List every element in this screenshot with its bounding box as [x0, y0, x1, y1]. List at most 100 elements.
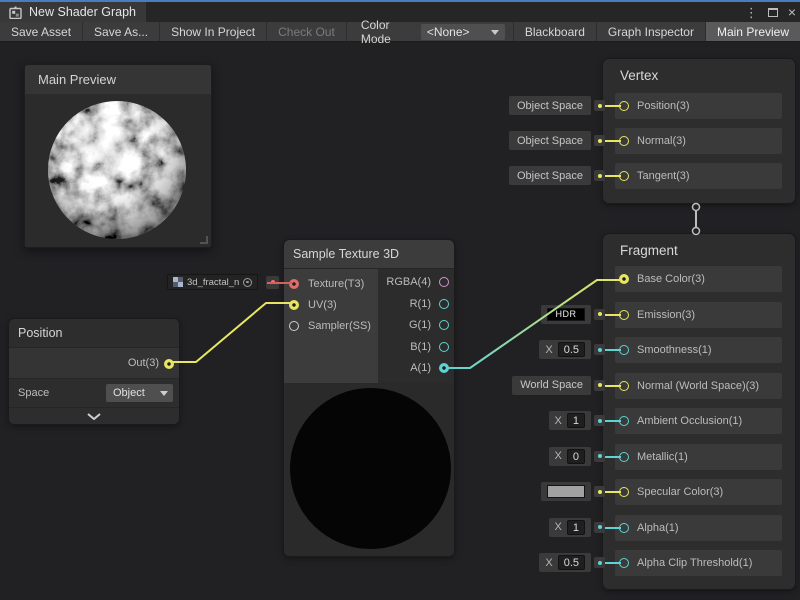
fragment-row-normal-world: World Space Normal (World Space)(3): [615, 373, 782, 399]
connector-chip: [594, 522, 605, 533]
kebab-menu-icon[interactable]: ⋮: [745, 6, 758, 19]
output-row-rgba: RGBA(4): [376, 272, 454, 292]
color-mode-label: Color Mode: [347, 22, 421, 41]
tab-new-shader-graph[interactable]: New Shader Graph: [0, 2, 146, 22]
input-row-texture: Texture(T3): [284, 274, 378, 294]
vertex-node-title: Vertex: [620, 68, 658, 83]
float-value-input[interactable]: 0.5: [558, 555, 585, 570]
graph-inspector-toggle-button[interactable]: Graph Inspector: [597, 22, 706, 41]
tangent-input-port[interactable]: [619, 171, 629, 181]
chevron-down-icon: [160, 391, 168, 396]
specular-color-swatch[interactable]: [547, 485, 585, 498]
specular-color-input-port[interactable]: [619, 487, 629, 497]
graph-canvas[interactable]: Vertex Object Space Position(3) Object S…: [0, 43, 800, 600]
position-node-title[interactable]: Position: [9, 319, 179, 347]
position-node[interactable]: Position Out(3) Space Object: [8, 318, 180, 425]
fragment-row-label: Alpha(1): [637, 522, 679, 534]
close-icon[interactable]: ×: [788, 5, 796, 19]
sample-texture-3d-title[interactable]: Sample Texture 3D: [284, 240, 454, 269]
output-row-b: B(1): [376, 337, 454, 357]
color-mode-value: <None>: [427, 25, 470, 39]
show-in-project-button[interactable]: Show In Project: [160, 22, 267, 41]
texture-object-field[interactable]: 3d_fractal_n: [167, 274, 258, 290]
ambient-occlusion-float-field[interactable]: X 1: [549, 411, 591, 430]
emission-hdr-color-field[interactable]: HDR: [541, 305, 591, 324]
float-value-input[interactable]: 1: [567, 413, 585, 428]
texture-asset-name: 3d_fractal_n: [187, 277, 239, 288]
save-asset-button[interactable]: Save Asset: [0, 22, 83, 41]
fragment-row-label: Normal (World Space)(3): [637, 380, 759, 392]
connector-chip: [594, 309, 605, 320]
object-picker-icon[interactable]: [243, 278, 252, 287]
fragment-row-label: Base Color(3): [637, 273, 705, 285]
maximize-icon[interactable]: [768, 8, 778, 17]
vertex-row-label: Tangent(3): [637, 170, 690, 182]
sampler-input-port[interactable]: [289, 321, 299, 331]
g-output-port[interactable]: [439, 320, 449, 330]
out-output-port[interactable]: [164, 359, 174, 369]
float-value-input[interactable]: 1: [567, 520, 585, 535]
fragment-row-label: Smoothness(1): [637, 344, 712, 356]
metallic-float-field[interactable]: X 0: [549, 447, 591, 466]
fragment-row-alpha: X 1 Alpha(1): [615, 515, 782, 541]
connector-chip: [594, 380, 605, 391]
smoothness-input-port[interactable]: [619, 345, 629, 355]
alpha-clip-input-port[interactable]: [619, 558, 629, 568]
normal-world-input-port[interactable]: [619, 381, 629, 391]
main-preview-header[interactable]: Main Preview: [25, 65, 211, 94]
position-output-row: Out(3): [9, 347, 179, 379]
smoothness-float-field[interactable]: X 0.5: [539, 340, 591, 359]
connector-chip: [594, 135, 605, 146]
input-port-label: Texture(T3): [308, 278, 364, 290]
alpha-clip-float-field[interactable]: X 0.5: [539, 553, 591, 572]
color-mode-dropdown[interactable]: <None>: [421, 24, 505, 40]
x-component-label: X: [555, 450, 562, 462]
main-preview-window[interactable]: Main Preview: [24, 64, 212, 248]
specular-color-field[interactable]: [541, 482, 591, 501]
r-output-port[interactable]: [439, 299, 449, 309]
ambient-occlusion-input-port[interactable]: [619, 416, 629, 426]
node-preview-sphere: [290, 388, 451, 549]
base-color-input-port[interactable]: [619, 274, 629, 284]
fragment-row-label: Emission(3): [637, 309, 695, 321]
main-preview-toggle-button[interactable]: Main Preview: [706, 22, 800, 41]
collapse-row[interactable]: [9, 407, 179, 424]
a-output-port[interactable]: [439, 363, 449, 373]
shader-preview-sphere: [47, 100, 187, 240]
normal-space-binding-badge[interactable]: World Space: [512, 376, 591, 395]
output-row-a: A(1): [376, 358, 454, 378]
output-row-r: R(1): [376, 294, 454, 314]
metallic-input-port[interactable]: [619, 452, 629, 462]
connector-chip: [594, 100, 605, 111]
normal-space-binding-badge[interactable]: Object Space: [509, 131, 591, 150]
normal-input-port[interactable]: [619, 136, 629, 146]
save-as-button[interactable]: Save As...: [83, 22, 160, 41]
input-row-uv: UV(3): [284, 295, 378, 315]
vertex-row-tangent: Object Space Tangent(3): [615, 163, 782, 189]
vertex-context-node[interactable]: Vertex Object Space Position(3) Object S…: [602, 58, 796, 204]
blackboard-toggle-button[interactable]: Blackboard: [513, 22, 597, 41]
b-output-port[interactable]: [439, 342, 449, 352]
float-value-input[interactable]: 0.5: [558, 342, 585, 357]
position-input-port[interactable]: [619, 101, 629, 111]
sample-texture-3d-node[interactable]: Sample Texture 3D Texture(T3) UV(3) Samp…: [283, 239, 455, 557]
hdr-color-swatch[interactable]: HDR: [547, 308, 585, 321]
uv-input-port[interactable]: [289, 300, 299, 310]
fragment-row-ambient-occlusion: X 1 Ambient Occlusion(1): [615, 408, 782, 434]
vertex-row-position: Object Space Position(3): [615, 93, 782, 119]
fragment-row-metallic: X 0 Metallic(1): [615, 444, 782, 470]
output-port-label: A(1): [410, 362, 431, 374]
texture-input-port[interactable]: [289, 279, 299, 289]
float-value-input[interactable]: 0: [567, 449, 585, 464]
space-dropdown[interactable]: Object: [106, 384, 173, 402]
rgba-output-port[interactable]: [439, 277, 449, 287]
fragment-context-node[interactable]: Fragment Base Color(3) HDR Emission(3): [602, 233, 796, 590]
tangent-space-binding-badge[interactable]: Object Space: [509, 166, 591, 185]
position-space-binding-badge[interactable]: Object Space: [509, 96, 591, 115]
fragment-row-specular-color: Specular Color(3): [615, 479, 782, 505]
alpha-input-port[interactable]: [619, 523, 629, 533]
fragment-row-alpha-clip: X 0.5 Alpha Clip Threshold(1): [615, 550, 782, 576]
alpha-float-field[interactable]: X 1: [549, 518, 591, 537]
emission-input-port[interactable]: [619, 310, 629, 320]
resize-handle-icon[interactable]: [200, 236, 208, 244]
